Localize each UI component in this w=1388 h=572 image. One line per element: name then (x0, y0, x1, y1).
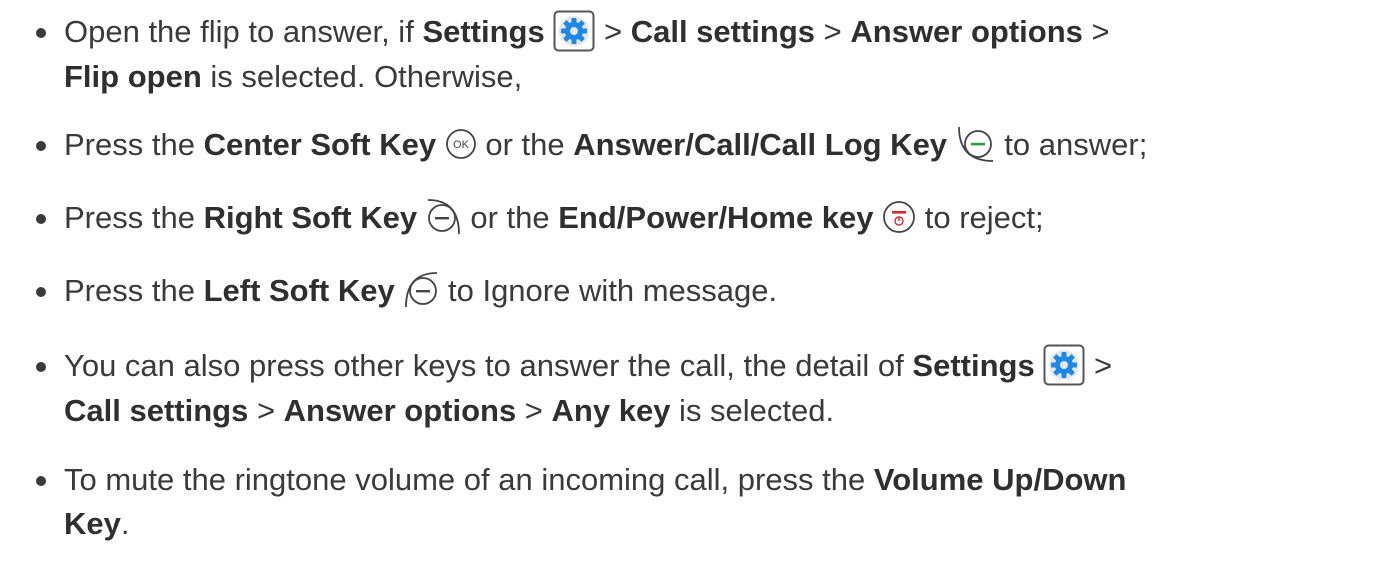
end-power-key-icon (882, 200, 916, 234)
list-item-flip-open: Open the flip to answer, if Settings > C… (36, 10, 1381, 100)
bullet (36, 141, 46, 151)
settings-label: Settings (422, 14, 545, 49)
instruction-list: Open the flip to answer, if Settings > C… (0, 0, 1388, 572)
list-item-text: Open the flip to answer, if Settings > C… (64, 10, 1110, 99)
list-item-answer: Press the Center Soft Key OK or the Answ… (36, 123, 1381, 167)
bullet (36, 28, 46, 38)
bullet (36, 214, 46, 224)
bullet (36, 287, 46, 297)
list-item-mute: To mute the ringtone volume of an incomi… (36, 458, 1381, 548)
ok-key-icon: OK (445, 128, 477, 160)
list-item-text: Press the Right Soft Key or the End/Powe… (64, 196, 1044, 240)
list-item-reject: Press the Right Soft Key or the End/Powe… (36, 196, 1381, 240)
list-item-text: You can also press other keys to answer … (64, 344, 1112, 433)
left-soft-key-icon (403, 270, 439, 310)
list-item-ignore: Press the Left Soft Key to Ignore with m… (36, 269, 1381, 313)
list-item-text: Press the Left Soft Key to Ignore with m… (64, 269, 777, 313)
bullet (36, 362, 46, 372)
call-key-icon (956, 124, 996, 164)
right-soft-key-icon (426, 197, 462, 237)
list-item-text: To mute the ringtone volume of an incomi… (64, 462, 1127, 541)
settings-gear-icon (553, 10, 595, 52)
ok-key-label: OK (453, 139, 470, 151)
bullet (36, 476, 46, 486)
list-item-text: Press the Center Soft Key OK or the Answ… (64, 123, 1147, 167)
list-item-any-key: You can also press other keys to answer … (36, 344, 1381, 434)
settings-gear-icon (1043, 344, 1085, 386)
